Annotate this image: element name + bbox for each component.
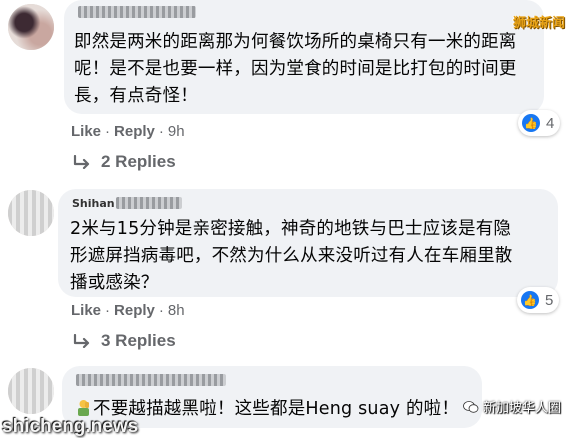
reaction-count-badge[interactable]: 👍 5 [517,287,560,313]
separator: · [105,123,111,140]
avatar[interactable] [8,4,54,50]
comment-line: 2米与15分钟是亲密接触，神奇的地铁与巴士应该是有隐 [70,219,512,239]
comment-text: 即然是两米的距离那为何餐饮场所的桌椅只有一米的距离 呢！是不是也要一样，因为堂食… [74,29,542,110]
comment-line: 形遮屏挡病毒吧，不然为什么从来没听过有人在车厢里散 [70,246,513,266]
reaction-count: 5 [545,291,554,309]
separator: · [105,302,111,319]
comment-actions: Like · Reply · 9h [71,123,185,140]
comment-bubble: 即然是两米的距离那为何餐饮场所的桌椅只有一米的距离 呢！是不是也要一样，因为堂食… [64,0,544,114]
author-name-redacted[interactable] [78,6,196,18]
author-name[interactable]: Shihan [72,197,115,210]
watermark-bottom-right: 新加坡华人圈 [463,397,561,416]
watermark-top: 狮城新闻 [512,16,565,31]
reply-button[interactable]: Reply [114,123,155,140]
reaction-count: 4 [546,114,555,132]
comment-line: 不要越描越黑啦！这些都是Heng suay 的啦！ [93,399,460,419]
comment-line: 長，有点奇怪！ [74,86,198,106]
like-button[interactable]: Like [71,123,101,140]
like-icon: 👍 [522,114,540,132]
reaction-count-badge[interactable]: 👍 4 [518,110,561,136]
like-icon: 👍 [521,291,539,309]
separator: · [158,123,164,140]
comment-bubble: Shihan 2米与15分钟是亲密接触，神奇的地铁与巴士应该是有隐 形遮屏挡病毒… [58,189,558,297]
wechat-icon [463,400,479,413]
separator: · [158,302,164,319]
replies-label: 3 Replies [101,331,176,350]
author-name-redacted[interactable] [76,374,226,386]
avatar[interactable] [8,368,54,414]
timestamp[interactable]: 9h [168,123,185,140]
author-name-redacted [116,197,182,209]
reply-arrow-icon [73,334,90,348]
timestamp[interactable]: 8h [168,302,185,319]
reply-button[interactable]: Reply [114,302,155,319]
comment-actions: Like · Reply · 8h [71,302,185,319]
replies-label: 2 Replies [101,152,176,171]
reply-arrow-icon [73,155,90,169]
comment-text: 2米与15分钟是亲密接触，神奇的地铁与巴士应该是有隐 形遮屏挡病毒吧，不然为什么… [70,216,556,297]
comment-line: 播或感染？ [70,273,159,293]
comment-line: 呢！是不是也要一样，因为堂食的时间是比打包的时间更 [74,59,517,79]
watermark-bottom-left: shicheng.news [2,416,139,437]
comment-line: 即然是两米的距离那为何餐饮场所的桌椅只有一米的距离 [74,32,517,52]
person-facepalm-emoji [78,400,89,416]
like-button[interactable]: Like [71,302,101,319]
view-replies-button[interactable]: 2 Replies [73,152,176,172]
view-replies-button[interactable]: 3 Replies [73,331,176,351]
avatar[interactable] [8,190,54,236]
watermark-bottom-right-text: 新加坡华人圈 [482,401,561,416]
